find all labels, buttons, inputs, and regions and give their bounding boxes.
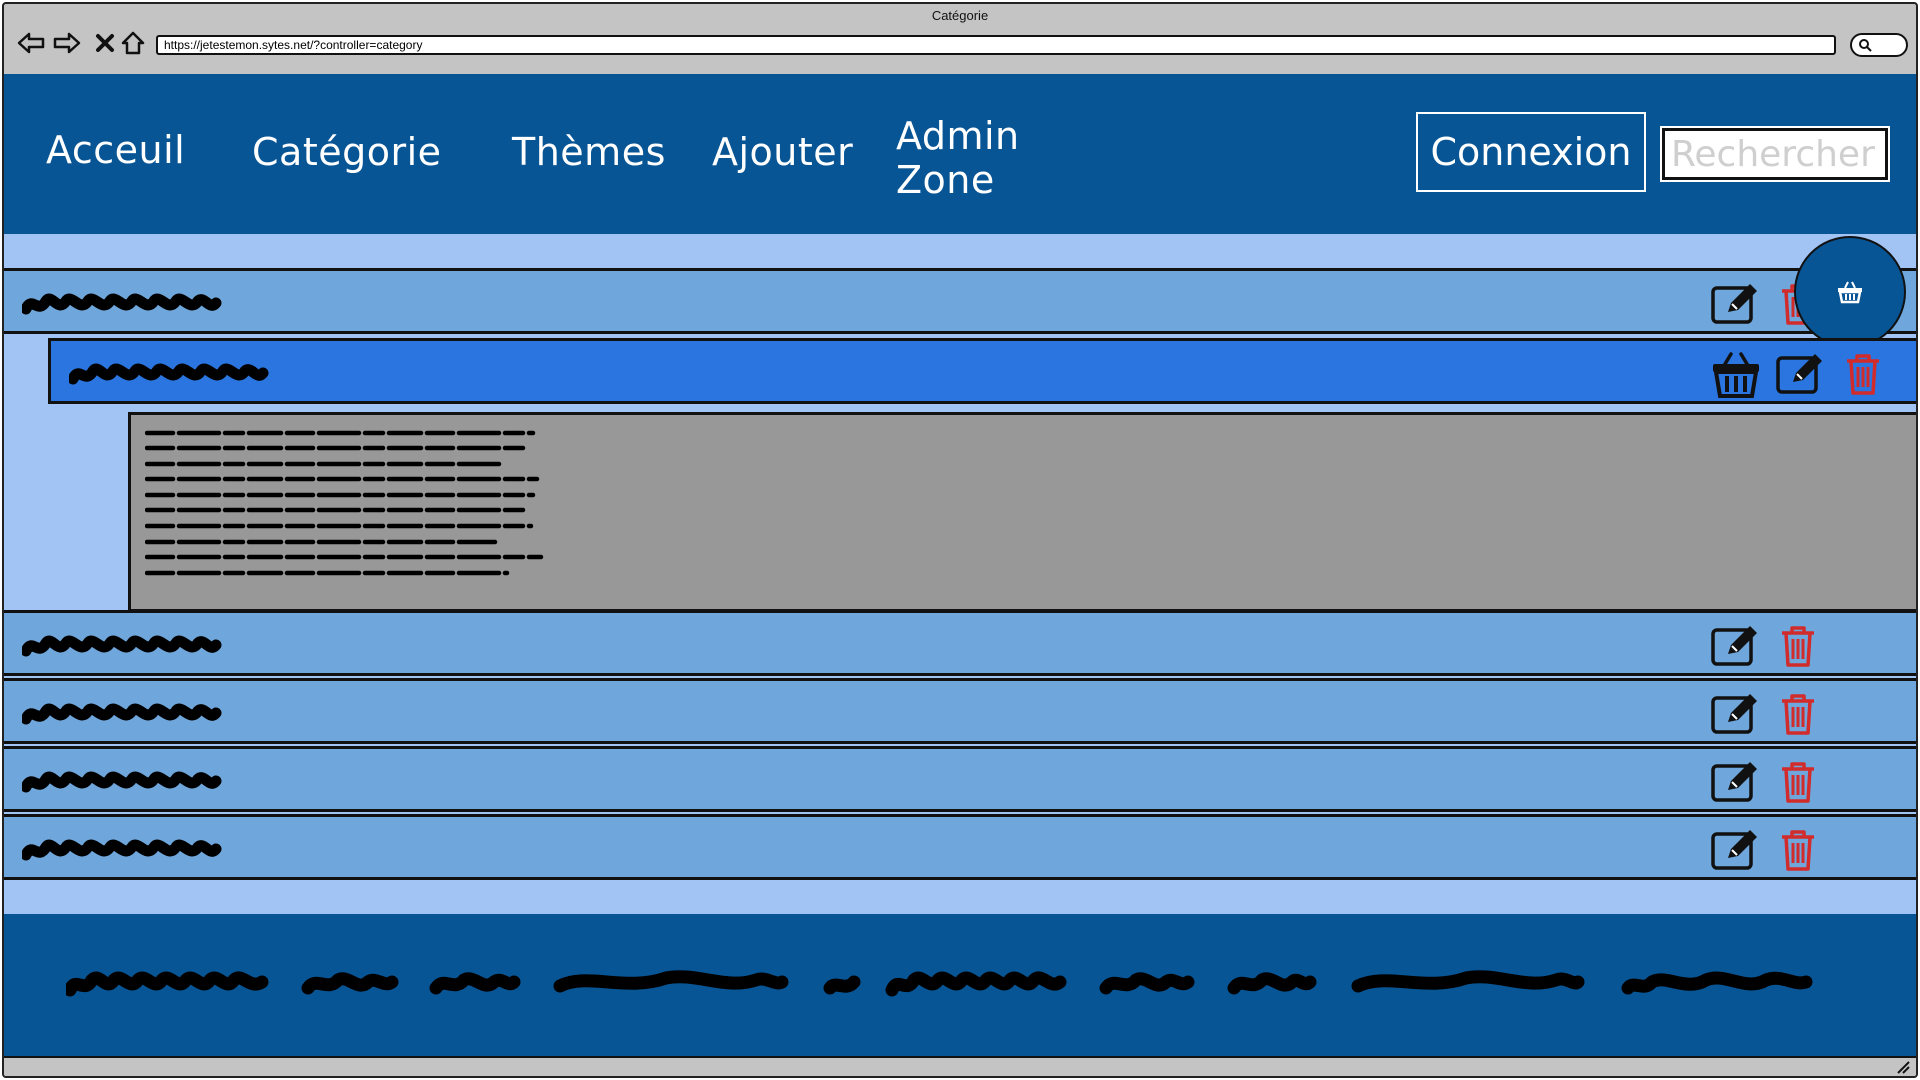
redacted-title-scribble bbox=[22, 703, 222, 725]
redacted-footer-scribble bbox=[66, 970, 1813, 997]
browser-search-pill[interactable] bbox=[1850, 33, 1908, 57]
delete-icon[interactable] bbox=[1778, 692, 1818, 736]
category-row[interactable] bbox=[4, 814, 1916, 880]
edit-icon[interactable] bbox=[1710, 760, 1760, 804]
browser-statusbar bbox=[4, 1056, 1916, 1076]
redacted-title-scribble bbox=[22, 771, 222, 793]
nav-admin-zone[interactable]: Admin Zone bbox=[896, 114, 1020, 202]
basket-icon[interactable] bbox=[1711, 352, 1761, 398]
nav-admin-label-1: Admin bbox=[896, 114, 1020, 158]
category-row[interactable] bbox=[4, 746, 1916, 812]
delete-icon[interactable] bbox=[1843, 352, 1883, 396]
stop-icon[interactable] bbox=[90, 28, 120, 58]
edit-icon[interactable] bbox=[1775, 352, 1825, 396]
redacted-title-scribble bbox=[22, 839, 222, 861]
edit-icon[interactable] bbox=[1710, 624, 1760, 668]
search-input[interactable] bbox=[1662, 128, 1888, 180]
site-footer bbox=[4, 914, 1916, 1056]
floating-basket-button[interactable] bbox=[1794, 236, 1906, 348]
category-row[interactable] bbox=[4, 610, 1916, 676]
page-content: Acceuil Catégorie Thèmes Ajouter Admin Z… bbox=[4, 74, 1916, 1060]
url-bar[interactable]: https://jetestemon.sytes.net/?controller… bbox=[156, 35, 1836, 55]
delete-icon[interactable] bbox=[1778, 760, 1818, 804]
nav-admin-label-2: Zone bbox=[896, 158, 995, 202]
basket-icon bbox=[1838, 281, 1862, 304]
edit-icon[interactable] bbox=[1710, 282, 1760, 326]
magnifier-icon bbox=[1859, 39, 1872, 52]
window-title: Catégorie bbox=[931, 8, 989, 23]
login-button[interactable]: Connexion bbox=[1416, 112, 1646, 192]
redacted-title-scribble bbox=[22, 293, 222, 315]
redacted-title-scribble bbox=[69, 363, 269, 385]
delete-icon[interactable] bbox=[1778, 828, 1818, 872]
nav-category[interactable]: Catégorie bbox=[252, 130, 442, 174]
nav-home[interactable]: Acceuil bbox=[46, 128, 185, 172]
edit-icon[interactable] bbox=[1710, 828, 1760, 872]
forward-icon[interactable] bbox=[52, 28, 82, 58]
browser-window: Catégorie https://jetestemon.sytes.net/?… bbox=[2, 2, 1918, 1078]
nav-themes[interactable]: Thèmes bbox=[512, 130, 666, 174]
nav-add[interactable]: Ajouter bbox=[712, 130, 853, 174]
category-row[interactable] bbox=[4, 678, 1916, 744]
site-header: Acceuil Catégorie Thèmes Ajouter Admin Z… bbox=[4, 74, 1916, 234]
category-row[interactable] bbox=[4, 268, 1916, 334]
home-icon[interactable] bbox=[118, 28, 148, 58]
redacted-title-scribble bbox=[22, 635, 222, 657]
category-row-selected[interactable] bbox=[48, 338, 1916, 404]
redacted-description-scribble bbox=[145, 430, 544, 576]
browser-toolbar: https://jetestemon.sytes.net/?controller… bbox=[4, 26, 1916, 74]
delete-icon[interactable] bbox=[1778, 624, 1818, 668]
edit-icon[interactable] bbox=[1710, 692, 1760, 736]
resize-grip-icon[interactable] bbox=[1894, 1060, 1910, 1074]
back-icon[interactable] bbox=[16, 28, 46, 58]
category-description bbox=[128, 412, 1916, 612]
